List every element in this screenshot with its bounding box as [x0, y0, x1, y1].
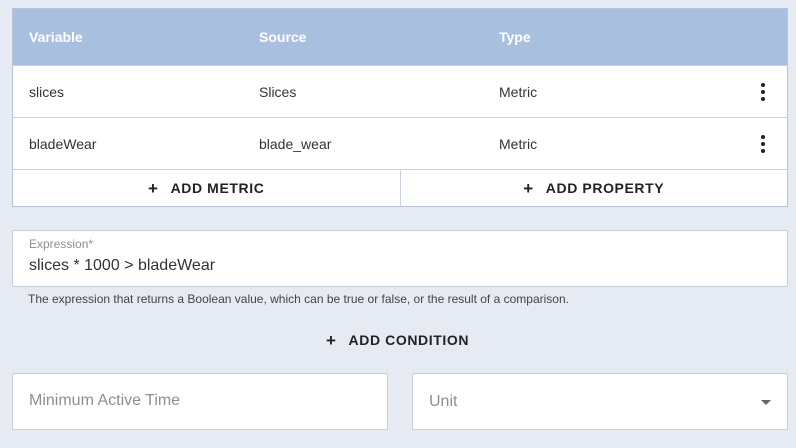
cell-variable: slices — [29, 83, 65, 100]
add-metric-button[interactable]: + ADD METRIC — [13, 170, 400, 206]
add-metric-label: ADD METRIC — [170, 180, 265, 196]
cell-type: Metric — [499, 135, 538, 152]
minimum-active-time-field[interactable] — [12, 373, 388, 430]
arrow-drop-down-icon — [761, 400, 771, 405]
expression-field[interactable]: Expression* — [12, 230, 788, 287]
table-row: bladeWear blade_wear Metric — [13, 117, 787, 169]
cell-source: Slices — [259, 83, 297, 100]
header-source: Source — [259, 29, 307, 45]
cell-type: Metric — [499, 83, 538, 100]
plus-icon: + — [148, 178, 159, 198]
expression-helper-text: The expression that returns a Boolean va… — [28, 292, 569, 306]
table-header: Variable Source Type — [13, 9, 787, 65]
variables-table: Variable Source Type slices Slices Metri… — [12, 8, 788, 207]
plus-icon: + — [523, 178, 534, 198]
plus-icon: + — [326, 330, 337, 350]
add-property-button[interactable]: + ADD PROPERTY — [399, 170, 788, 206]
more-vert-icon[interactable] — [753, 80, 773, 104]
table-row: slices Slices Metric — [13, 65, 787, 117]
unit-select[interactable]: Unit — [412, 373, 788, 430]
minimum-active-time-input[interactable] — [29, 392, 369, 410]
header-variable: Variable — [29, 29, 83, 45]
header-type: Type — [499, 29, 531, 45]
add-condition-label: ADD CONDITION — [348, 332, 470, 348]
table-actions: + ADD METRIC + ADD PROPERTY — [13, 169, 787, 206]
add-condition-button[interactable]: + ADD CONDITION — [326, 328, 469, 352]
expression-label: Expression* — [29, 237, 94, 251]
more-vert-icon[interactable] — [753, 132, 773, 156]
cell-source: blade_wear — [259, 135, 332, 152]
cell-variable: bladeWear — [29, 135, 97, 152]
add-property-label: ADD PROPERTY — [545, 180, 665, 196]
unit-placeholder: Unit — [429, 393, 458, 410]
expression-input[interactable] — [29, 257, 769, 275]
